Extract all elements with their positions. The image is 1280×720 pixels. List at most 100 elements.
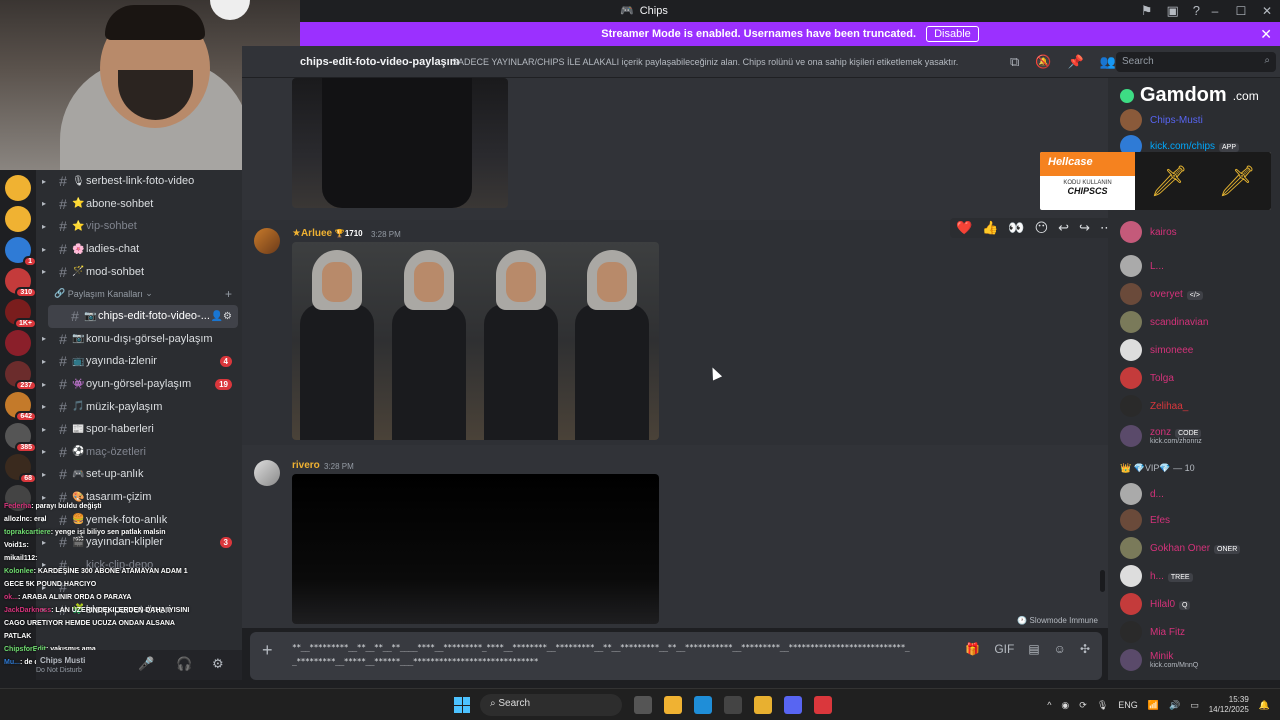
member-item[interactable]: Tolga xyxy=(1120,366,1174,390)
member-item[interactable]: Hilal0 Q xyxy=(1120,592,1191,616)
server-icon[interactable]: 1 xyxy=(5,237,37,267)
user-name[interactable]: Chips Musti xyxy=(40,656,85,665)
gift-icon[interactable]: 🎁 xyxy=(965,642,980,656)
member-item[interactable]: Chips-Musti xyxy=(1120,108,1203,132)
member-item[interactable]: simoneee xyxy=(1120,338,1193,362)
rivero-avatar[interactable] xyxy=(254,460,280,486)
channel-category[interactable]: 🔗 Paylaşım Kanalları ⌄ + xyxy=(36,283,242,305)
message-input[interactable]: **__*********__**__**__**____****__*****… xyxy=(292,641,912,669)
message-author-rivero[interactable]: rivero xyxy=(292,460,320,471)
sticker-icon[interactable]: ▤ xyxy=(1028,642,1039,656)
channel-item[interactable]: ▸ # 📷 konu-dışı-görsel-paylaşım xyxy=(36,328,242,351)
notification-icon[interactable]: 🔔 xyxy=(1259,700,1270,711)
channel-item[interactable]: ▸ # 👾 oyun-görsel-paylaşım 19 xyxy=(36,373,242,396)
server-icon[interactable]: 237 xyxy=(5,361,37,391)
server-icon[interactable] xyxy=(5,175,31,201)
tray-mic-icon[interactable]: 🎙 xyxy=(1097,700,1108,711)
battery-icon[interactable]: ▭ xyxy=(1190,700,1199,711)
member-item[interactable]: kairos xyxy=(1120,220,1177,244)
member-item[interactable]: Minik kick.com/MnnQ xyxy=(1120,648,1198,672)
channel-settings-icon[interactable]: 👤⚙ xyxy=(211,311,232,322)
message-action-icon[interactable]: ❤️ xyxy=(956,220,972,236)
message-composer[interactable]: + **__*********__**__**__**____****__***… xyxy=(250,632,1102,680)
member-item[interactable]: overyet </> xyxy=(1120,282,1203,306)
server-icon[interactable]: 68 xyxy=(5,454,37,484)
file-explorer-icon[interactable] xyxy=(664,696,682,714)
help-icon[interactable]: ? xyxy=(1193,3,1200,19)
channel-item[interactable]: ▸ # 📰 spor-haberleri xyxy=(36,418,242,441)
notification-bell-icon[interactable]: 🔕 xyxy=(1035,54,1051,70)
settings-gear-icon[interactable]: ⚙ xyxy=(212,656,224,672)
close-banner-icon[interactable]: ✕ xyxy=(1260,26,1272,43)
channel-item[interactable]: ▸ # 🌸 ladies-chat xyxy=(36,238,242,261)
member-list-icon[interactable]: 👥 xyxy=(1100,54,1116,70)
member-item[interactable]: scandinavian xyxy=(1120,310,1208,334)
server-icon[interactable] xyxy=(5,206,31,232)
store-icon[interactable] xyxy=(724,696,742,714)
member-item[interactable]: L... xyxy=(1120,254,1164,278)
screen-icon[interactable]: ▣ xyxy=(1166,3,1178,19)
channel-topic[interactable]: SADECE YAYINLAR/CHIPS İLE ALAKALI içerik… xyxy=(452,57,958,67)
chrome-icon[interactable] xyxy=(754,696,772,714)
clock[interactable]: 15:39 14/12/2025 xyxy=(1209,695,1249,715)
channel-item[interactable]: ▸ # ⭐ abone-sohbet xyxy=(36,193,242,216)
server-icon[interactable]: 310 xyxy=(5,268,37,298)
close-button[interactable]: ✕ xyxy=(1254,0,1280,22)
member-item[interactable]: Efes xyxy=(1120,508,1170,532)
tray-sync-icon[interactable]: ⟳ xyxy=(1079,700,1087,711)
disable-streamer-mode-button[interactable]: Disable xyxy=(926,26,979,42)
volume-icon[interactable]: 🔊 xyxy=(1169,700,1180,711)
member-item[interactable]: Zelihaa_ xyxy=(1120,394,1188,418)
member-item[interactable]: Gokhan Oner ONER xyxy=(1120,536,1241,560)
channel-item[interactable]: ▸ # 🪄 mod-sohbet xyxy=(36,260,242,283)
inbox-flag-icon[interactable]: ⚑ xyxy=(1141,3,1153,19)
server-icon[interactable] xyxy=(5,330,31,356)
discord-icon[interactable] xyxy=(784,696,802,714)
taskbar-search[interactable]: ⌕ Search xyxy=(480,694,622,716)
task-view-icon[interactable] xyxy=(634,696,652,714)
add-attachment-icon[interactable]: + xyxy=(262,640,273,661)
tray-discord-icon[interactable]: ◉ xyxy=(1061,700,1069,711)
message-action-icon[interactable]: ⋯ xyxy=(1100,220,1108,236)
language-indicator[interactable]: ENG xyxy=(1118,700,1138,710)
tray-chevron-icon[interactable]: ^ xyxy=(1047,700,1051,710)
apps-icon[interactable]: ✣ xyxy=(1080,642,1090,656)
windows-start-icon[interactable] xyxy=(454,697,470,713)
server-icon[interactable]: 1K+ xyxy=(5,299,37,329)
channel-item[interactable]: ▸ # 🎵 müzik-paylaşım xyxy=(36,395,242,418)
app-icon[interactable] xyxy=(814,696,832,714)
previous-image-attachment[interactable] xyxy=(292,78,508,208)
channel-item[interactable]: ▸ # 🎮 set-up-anlık xyxy=(36,463,242,486)
message-author-arluee[interactable]: ★Arluee 🏆1710 xyxy=(292,228,363,239)
server-icon[interactable]: 385 xyxy=(5,423,37,453)
message-action-icon[interactable]: ↩ xyxy=(1058,220,1069,236)
member-item[interactable]: h... TREE xyxy=(1120,564,1193,588)
member-item[interactable]: zonz CODE kick.com/zhonnz xyxy=(1120,424,1202,448)
microphone-icon[interactable]: 🎤 xyxy=(138,656,154,672)
image-attachment-collage[interactable] xyxy=(292,242,659,440)
edge-icon[interactable] xyxy=(694,696,712,714)
member-item[interactable]: d... xyxy=(1120,482,1164,506)
channel-item[interactable]: ▸ # 📺 yayında-izlenir 4 xyxy=(36,350,242,373)
search-input[interactable]: Search ⌕ xyxy=(1116,52,1276,72)
video-attachment[interactable] xyxy=(292,474,659,624)
message-action-icon[interactable]: 👍 xyxy=(982,220,998,236)
gif-icon[interactable]: GIF xyxy=(994,642,1014,656)
message-action-icon[interactable]: 👀 xyxy=(1008,220,1024,236)
pinned-messages-icon[interactable]: 📌 xyxy=(1067,54,1083,70)
arluee-avatar[interactable] xyxy=(254,228,280,254)
message-scrollbar[interactable] xyxy=(1100,570,1105,592)
threads-icon[interactable]: ⧉ xyxy=(1010,54,1019,70)
message-action-icon[interactable]: 😶 xyxy=(1035,220,1049,236)
channel-item[interactable]: ▸ # ⭐ vip-sohbet xyxy=(36,215,242,238)
maximize-button[interactable]: ☐ xyxy=(1228,0,1254,22)
emoji-icon[interactable]: ☺ xyxy=(1054,642,1066,656)
server-icon[interactable]: 642 xyxy=(5,392,37,422)
channel-item[interactable]: ▸ # 🎙 serbest-link-foto-video xyxy=(36,170,242,193)
member-item[interactable]: Mia Fitz xyxy=(1120,620,1185,644)
create-channel-icon[interactable]: + xyxy=(225,287,232,301)
message-action-icon[interactable]: ↪ xyxy=(1079,220,1090,236)
channel-item[interactable]: ▸ # ⚽ maç-özetleri xyxy=(36,441,242,464)
channel-item[interactable]: # 📷 chips-edit-foto-video-... 👤⚙ xyxy=(48,304,238,328)
headphones-icon[interactable]: 🎧 xyxy=(176,656,192,672)
